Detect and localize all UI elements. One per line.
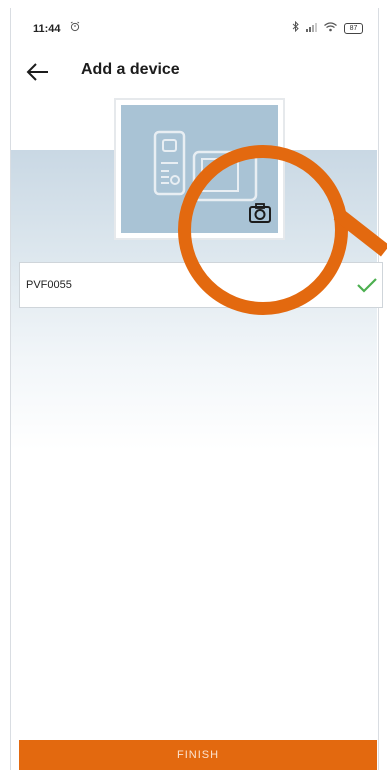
- camera-icon[interactable]: [248, 202, 272, 224]
- battery-indicator: 87: [344, 22, 363, 34]
- signal-icon: [306, 22, 317, 35]
- checkmark-icon: [356, 276, 378, 294]
- status-bar: 11:44 87: [0, 18, 387, 42]
- app-header: Add a device: [0, 52, 387, 92]
- page-title: Add a device: [81, 61, 180, 78]
- device-illustration-card: [114, 98, 285, 240]
- status-indicators: 87: [292, 20, 363, 35]
- status-time: 11:44: [33, 23, 61, 35]
- bluetooth-icon: [292, 20, 299, 35]
- device-id-field[interactable]: [19, 262, 383, 308]
- intercom-device-illustration: [121, 105, 278, 233]
- device-id-input[interactable]: [26, 263, 326, 307]
- alarm-icon: [70, 21, 80, 35]
- wifi-icon: [324, 21, 337, 35]
- app-screen: 11:44 87 Add a device PVF0055 FINISH: [0, 0, 387, 778]
- finish-button[interactable]: FINISH: [19, 740, 377, 770]
- arrow-left-icon[interactable]: [24, 58, 52, 86]
